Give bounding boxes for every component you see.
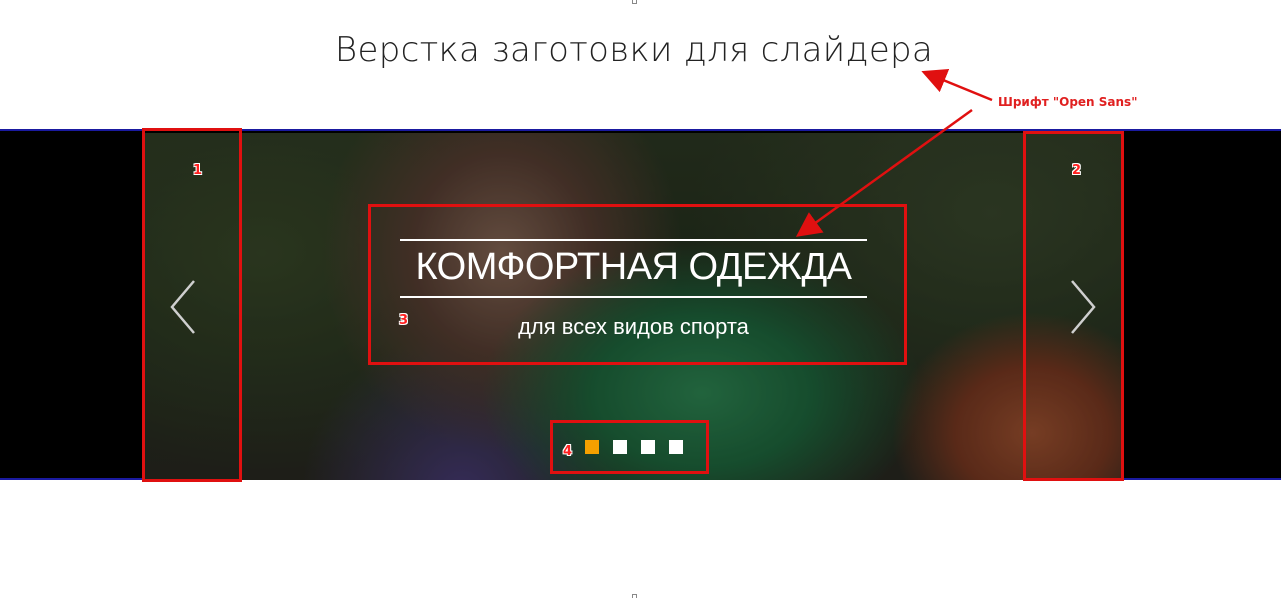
annotation-box-3 bbox=[368, 204, 907, 365]
annotation-box-4 bbox=[550, 420, 709, 474]
annotation-label-1: 1 bbox=[193, 163, 203, 178]
top-marker bbox=[632, 0, 637, 4]
annotation-label-4: 4 bbox=[563, 444, 573, 459]
annotation-label-3: 3 bbox=[399, 313, 409, 328]
annotation-box-2 bbox=[1023, 131, 1124, 481]
font-annotation: Шрифт "Open Sans" bbox=[998, 95, 1138, 109]
arrow-to-title bbox=[921, 69, 993, 102]
bottom-marker bbox=[632, 594, 637, 598]
page: Верстка заготовки для слайдера КОМФОРТНА… bbox=[0, 0, 1281, 598]
page-title: Верстка заготовки для слайдера bbox=[334, 30, 934, 70]
annotation-label-2: 2 bbox=[1072, 163, 1082, 178]
annotation-box-1 bbox=[142, 128, 242, 482]
